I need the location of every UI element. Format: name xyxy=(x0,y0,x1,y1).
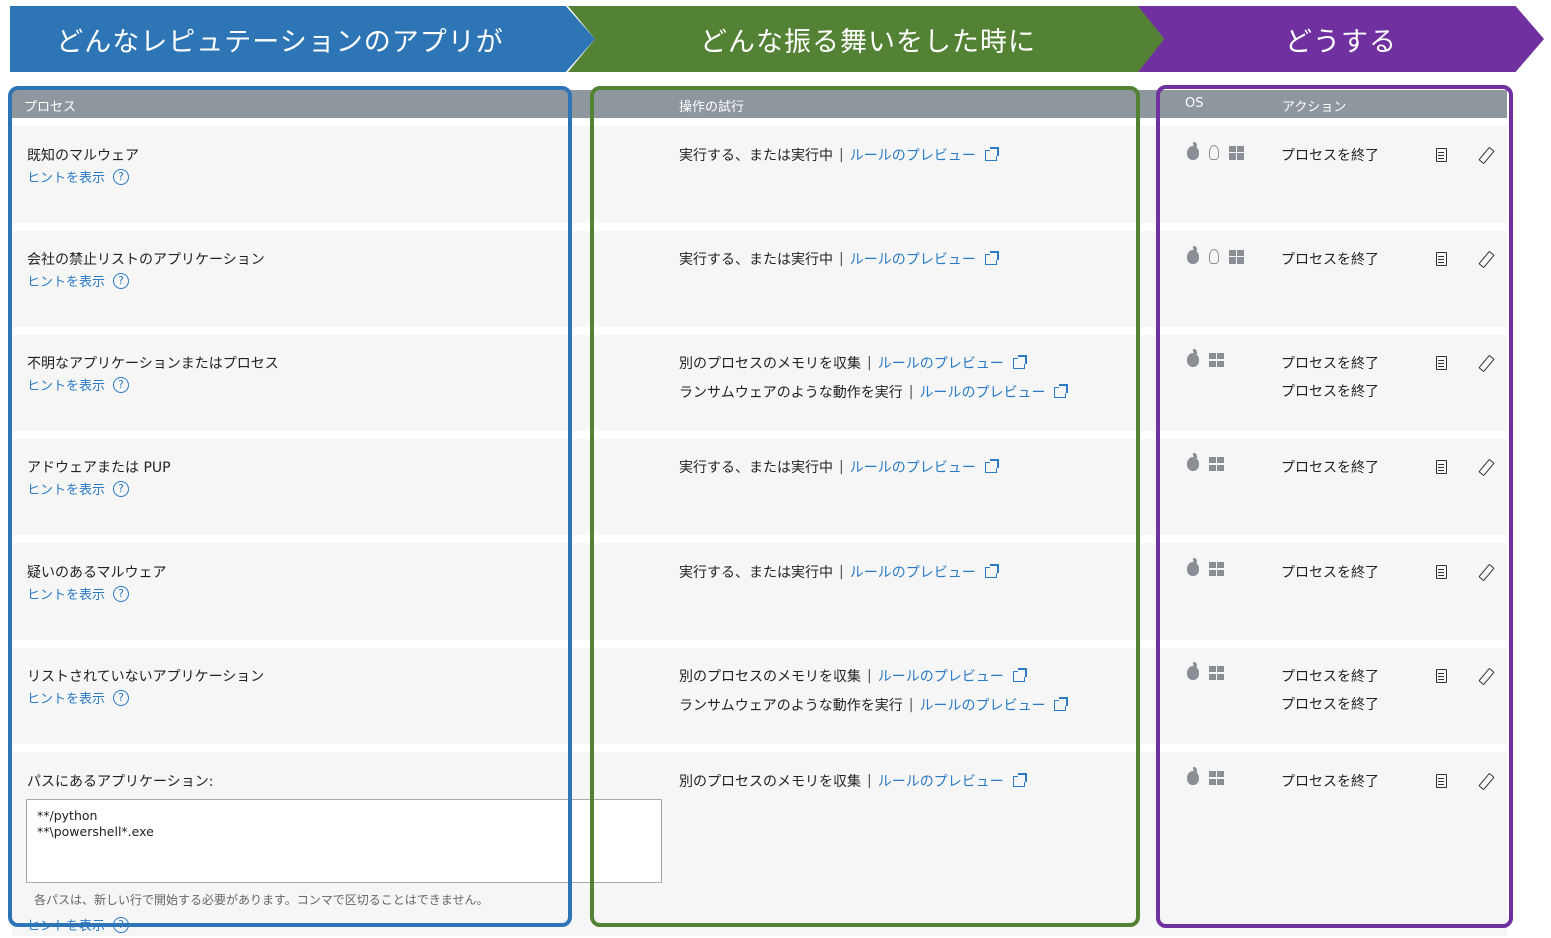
banner-when: どんな振る舞いをした時に xyxy=(568,6,1168,72)
banner-what-text: どうする xyxy=(1285,26,1397,58)
action-column-frame xyxy=(1156,85,1513,928)
operation-column-frame xyxy=(590,86,1140,927)
banner-who: どんなレピュテーションのアプリが xyxy=(10,6,595,72)
banner-who-text: どんなレピュテーションのアプリが xyxy=(56,26,504,58)
process-column-frame xyxy=(8,86,572,927)
banner-what: どうする xyxy=(1138,6,1544,72)
banner-when-text: どんな振る舞いをした時に xyxy=(700,26,1036,58)
